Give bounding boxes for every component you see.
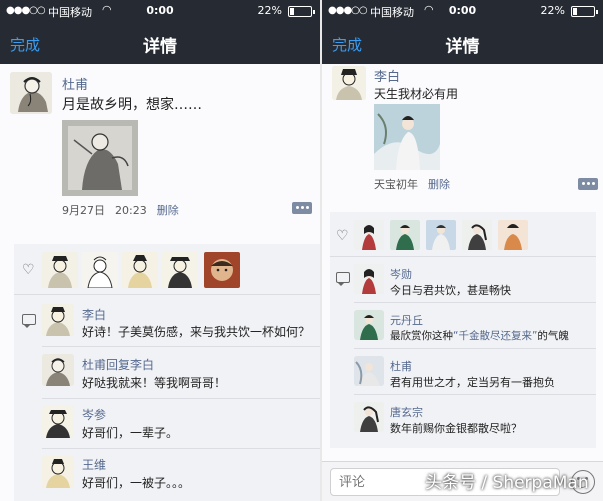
watermark: 头条号 / SherpaMan — [425, 473, 589, 493]
like-avatar[interactable] — [82, 252, 118, 288]
comment-text: 君有用世之才，定当另有一番抱负 — [390, 376, 555, 389]
comment-author[interactable]: 唐玄宗 — [390, 404, 423, 420]
like-avatar[interactable] — [426, 220, 456, 250]
comment-text-before: 最欣赏你这种 — [390, 330, 453, 342]
commenter-avatar[interactable] — [42, 354, 74, 386]
commenter-avatar[interactable] — [354, 402, 384, 432]
divider — [42, 346, 320, 347]
status-bar: ●●●○○ 中国移动 ◠ 0:00 22% — [0, 0, 320, 22]
comment-text: 好诗！子美莫伤感，来与我共饮一杯如何？ — [82, 325, 311, 339]
post-meta: 天宝初年 删除 — [374, 176, 450, 192]
comment-action-button[interactable] — [292, 202, 312, 214]
interaction-panel: ♡ 岑勋 今日与君共饮，甚是畅快 元丹丘 最欣赏你这种“千金散尽还复来”的气魄 … — [330, 212, 596, 448]
comment-text: 今日与君共饮，甚是畅快 — [390, 284, 511, 297]
commenter-avatar[interactable] — [354, 356, 384, 386]
like-avatar[interactable] — [498, 220, 528, 250]
heart-icon: ♡ — [336, 228, 349, 244]
comment-author[interactable]: 元丹丘 — [390, 312, 423, 328]
comment-text: 好哒我就来！等我啊哥哥！ — [82, 376, 227, 390]
author-avatar[interactable] — [10, 72, 52, 114]
commenter-avatar[interactable] — [42, 304, 74, 336]
like-avatar[interactable] — [122, 252, 158, 288]
author-avatar[interactable] — [332, 66, 366, 100]
page-title: 详情 — [445, 37, 480, 57]
post-date: 9月27日 — [62, 204, 105, 217]
divider — [330, 256, 596, 257]
comment-action-button[interactable] — [578, 178, 598, 190]
like-avatar[interactable] — [390, 220, 420, 250]
post-meta: 9月27日 20:23 删除 — [62, 202, 179, 218]
comment-text: 数年前赐你金银都散尽啦？ — [390, 422, 522, 435]
delete-button[interactable]: 删除 — [428, 178, 450, 191]
divider — [42, 398, 320, 399]
commenter-avatar[interactable] — [42, 456, 74, 488]
comment-text-after: 的气魄 — [537, 330, 569, 342]
divider — [354, 348, 596, 349]
divider — [354, 394, 596, 395]
post-author[interactable]: 李白 — [374, 66, 400, 85]
page-title: 详情 — [143, 37, 177, 57]
like-avatar[interactable] — [162, 252, 198, 288]
heart-icon: ♡ — [22, 262, 35, 278]
like-avatar[interactable] — [42, 252, 78, 288]
comment-author[interactable]: 岑参 — [82, 406, 106, 423]
divider — [354, 302, 596, 303]
comment-bubble-icon — [22, 314, 36, 328]
post-text: 天生我材必有用 — [374, 87, 459, 101]
left-phone-screen: ●●●○○ 中国移动 ◠ 0:00 22% 完成 详情 杜甫 月是故乡明，想家…… — [0, 0, 320, 501]
delete-button[interactable]: 删除 — [157, 204, 179, 217]
comment-author[interactable]: 杜甫 — [390, 358, 412, 374]
comment-text-quote: “千金散尽还复来” — [453, 330, 538, 342]
comment-author[interactable]: 岑勋 — [390, 266, 412, 282]
comment-text: 好哥们，一辈子。 — [82, 426, 179, 440]
commenter-avatar[interactable] — [42, 406, 74, 438]
right-phone-screen: ●●●○○ 中国移动 ◠ 0:00 22% 完成 详情 李白 天生我材必有用 天… — [322, 0, 603, 501]
like-avatar[interactable] — [354, 220, 384, 250]
like-avatar[interactable] — [204, 252, 240, 288]
post-photo[interactable] — [374, 104, 440, 170]
post-date: 天宝初年 — [374, 178, 418, 191]
divider — [42, 448, 320, 449]
like-avatar[interactable] — [462, 220, 492, 250]
nav-bar: 完成 详情 — [0, 22, 320, 64]
comment-author[interactable]: 李白 — [82, 306, 106, 323]
comment-text: 好哥们，一被子。。。 — [82, 476, 191, 490]
comment-author[interactable]: 王维 — [82, 456, 106, 473]
commenter-avatar[interactable] — [354, 264, 384, 294]
comment-author[interactable]: 杜甫回复李白 — [82, 356, 154, 373]
comment-text: 最欣赏你这种“千金散尽还复来”的气魄 — [390, 328, 569, 343]
battery-icon — [571, 6, 598, 17]
status-bar: ●●●○○ 中国移动 ◠ 0:00 22% — [322, 0, 603, 22]
battery-percent: 22% — [257, 4, 282, 17]
nav-bar: 完成 详情 — [322, 22, 603, 64]
divider — [14, 294, 320, 295]
post-photo[interactable] — [62, 120, 138, 196]
interaction-panel: ♡ 李白 好诗！子美莫伤感，来与我共饮一杯如何？ 杜甫回复李白 好哒我就来！等我… — [14, 244, 320, 501]
post-time: 20:23 — [115, 204, 147, 217]
comment-bubble-icon — [336, 272, 350, 286]
battery-icon — [288, 6, 315, 17]
battery-percent: 22% — [540, 4, 565, 17]
post-text: 月是故乡明，想家…… — [62, 97, 202, 113]
post-author[interactable]: 杜甫 — [62, 74, 88, 93]
commenter-avatar[interactable] — [354, 310, 384, 340]
